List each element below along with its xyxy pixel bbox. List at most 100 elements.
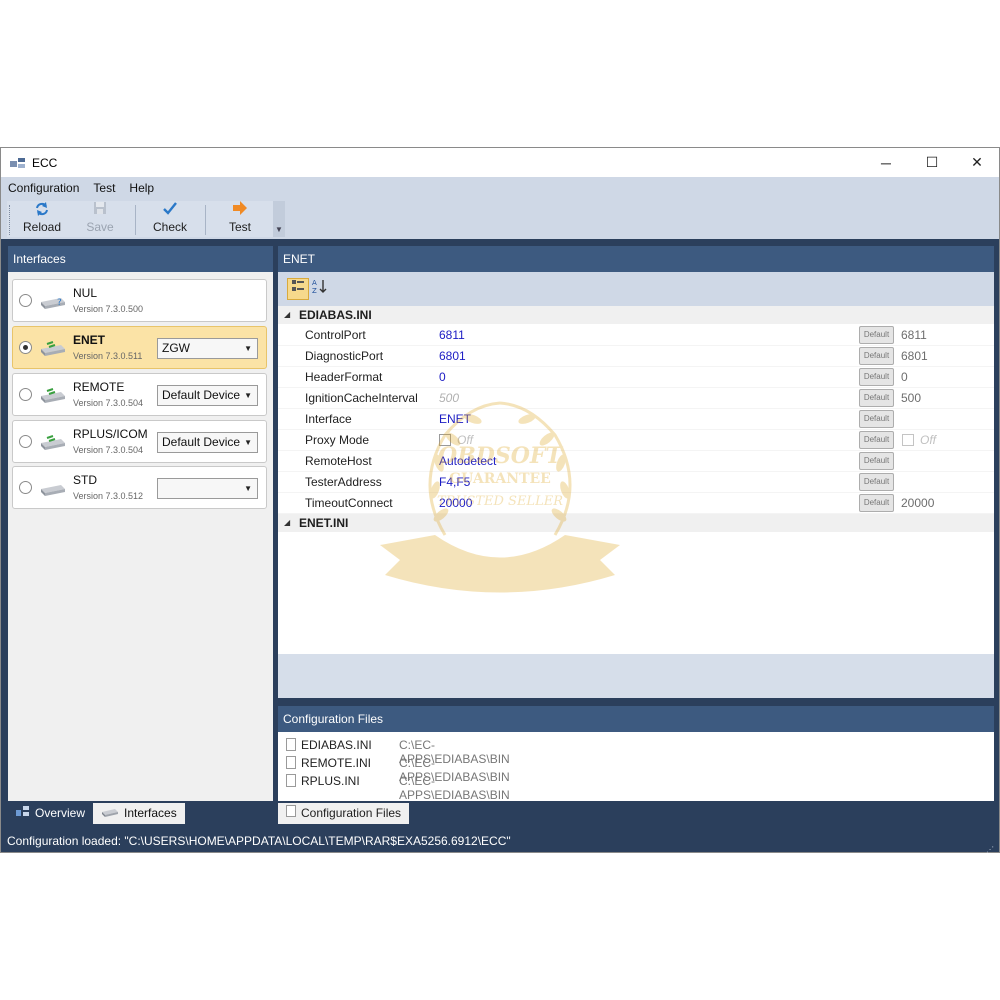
property-row-interface[interactable]: Interface ENET Default: [278, 409, 994, 430]
property-value[interactable]: F4,F5: [439, 475, 470, 489]
device-select[interactable]: Default Device ▼: [157, 385, 258, 406]
radio-button[interactable]: [19, 435, 32, 448]
default-button[interactable]: Default: [859, 410, 894, 428]
default-button[interactable]: Default: [859, 494, 894, 512]
default-button[interactable]: Default: [859, 473, 894, 491]
property-row-diagnosticport[interactable]: DiagnosticPort 6801 Default 6801: [278, 346, 994, 367]
default-value: 6801: [901, 349, 928, 363]
device-select-value: ZGW: [162, 341, 190, 355]
property-row-controlport[interactable]: ControlPort 6811 Default 6811: [278, 325, 994, 346]
property-row-timeoutconnect[interactable]: TimeoutConnect 20000 Default 20000: [278, 493, 994, 514]
minimize-button[interactable]: ─: [863, 148, 909, 177]
checkmark-icon: [147, 201, 193, 219]
reload-label: Reload: [22, 220, 62, 234]
test-label: Test: [228, 220, 251, 234]
alphabetical-sort-button[interactable]: AZ: [309, 278, 331, 300]
chevron-down-icon: ▼: [244, 344, 252, 353]
reload-icon: [19, 201, 65, 219]
category-ediabas-ini[interactable]: ◢ EDIABAS.INI: [278, 306, 994, 324]
menu-bar: Configuration Test Help: [1, 177, 999, 199]
title-bar: ECC ─ ☐ ✕: [1, 148, 999, 177]
default-button[interactable]: Default: [859, 347, 894, 365]
device-select[interactable]: ZGW ▼: [157, 338, 258, 359]
close-button[interactable]: ✕: [954, 148, 1000, 177]
resize-grip-icon[interactable]: ⋰: [986, 839, 996, 854]
device-select[interactable]: ▼: [157, 478, 258, 499]
test-button[interactable]: Test: [217, 201, 263, 237]
property-row-proxymode[interactable]: Proxy Mode Off Default Off: [278, 430, 994, 451]
property-name: IgnitionCacheInterval: [305, 391, 418, 405]
proxy-mode-checkbox[interactable]: [439, 434, 451, 446]
menu-help[interactable]: Help: [122, 181, 161, 195]
file-path: C:\EC-APPS\EDIABAS\BIN: [399, 774, 510, 802]
property-value[interactable]: 0: [439, 370, 446, 384]
interfaces-panel: Interfaces ? NUL Version 7.3.0.500 ENET …: [8, 246, 273, 801]
property-row-headerformat[interactable]: HeaderFormat 0 Default 0: [278, 367, 994, 388]
property-row-remotehost[interactable]: RemoteHost Autodetect Default: [278, 451, 994, 472]
collapse-triangle-icon[interactable]: ◢: [284, 306, 290, 324]
radio-button[interactable]: [19, 388, 32, 401]
property-value[interactable]: 20000: [439, 496, 472, 510]
radio-button[interactable]: [19, 481, 32, 494]
category-label: ENET.INI: [299, 516, 349, 530]
ecc-window: ECC ─ ☐ ✕ Configuration Test Help Reload…: [0, 147, 1000, 854]
property-value[interactable]: Autodetect: [439, 454, 496, 468]
interface-card-remote[interactable]: REMOTE Version 7.3.0.504 Default Device …: [12, 373, 267, 416]
file-icon: [286, 774, 296, 787]
device-icon: [39, 388, 67, 404]
toolbar-grip[interactable]: [9, 205, 12, 235]
device-icon: [101, 803, 119, 824]
arrow-right-icon: [217, 201, 263, 219]
overview-icon: [16, 803, 30, 824]
tab-configuration-files-label: Configuration Files: [301, 806, 402, 820]
property-value[interactable]: 500: [439, 391, 459, 405]
maximize-button[interactable]: ☐: [909, 148, 955, 177]
radio-button[interactable]: [19, 294, 32, 307]
tab-overview[interactable]: Overview: [8, 803, 93, 824]
default-button[interactable]: Default: [859, 326, 894, 344]
interface-card-std[interactable]: STD Version 7.3.0.512 ▼: [12, 466, 267, 509]
save-button[interactable]: Save: [77, 201, 123, 237]
default-checkbox-label: Off: [920, 433, 937, 447]
categorized-view-button[interactable]: [287, 278, 309, 300]
tab-overview-label: Overview: [35, 806, 86, 820]
svg-text:A: A: [312, 279, 317, 287]
device-icon: [39, 435, 67, 451]
device-icon: ?: [39, 294, 67, 310]
menu-configuration[interactable]: Configuration: [1, 181, 86, 195]
device-select[interactable]: Default Device ▼: [157, 432, 258, 453]
category-enet-ini[interactable]: ◢ ENET.INI: [278, 514, 994, 532]
default-button[interactable]: Default: [859, 452, 894, 470]
tab-interfaces[interactable]: Interfaces: [93, 803, 185, 824]
property-name: HeaderFormat: [305, 370, 383, 384]
property-value[interactable]: 6811: [439, 328, 465, 342]
property-row-testeraddress[interactable]: TesterAddress F4,F5 Default: [278, 472, 994, 493]
toolbar: Reload Save Check Test ▼: [1, 199, 999, 239]
property-row-ignitioncacheinterval[interactable]: IgnitionCacheInterval 500 Default 500: [278, 388, 994, 409]
property-value[interactable]: ENET: [439, 412, 471, 426]
interface-card-nul[interactable]: ? NUL Version 7.3.0.500: [12, 279, 267, 322]
default-button[interactable]: Default: [859, 389, 894, 407]
collapse-triangle-icon[interactable]: ◢: [284, 514, 290, 532]
reload-button[interactable]: Reload: [19, 201, 65, 237]
save-icon: [77, 201, 123, 219]
check-button[interactable]: Check: [147, 201, 193, 237]
default-value: 6811: [901, 328, 927, 342]
file-name: REMOTE.INI: [301, 756, 372, 770]
menu-test[interactable]: Test: [86, 181, 122, 195]
radio-button[interactable]: [19, 341, 32, 354]
sort-az-icon: AZ: [312, 279, 328, 297]
tab-configuration-files[interactable]: Configuration Files: [278, 803, 410, 824]
interface-name: ENET: [73, 333, 106, 347]
default-button[interactable]: Default: [859, 431, 894, 449]
default-value: 20000: [901, 496, 935, 510]
file-name: RPLUS.INI: [301, 774, 360, 788]
toolbar-overflow-button[interactable]: ▼: [273, 201, 285, 237]
interface-card-enet[interactable]: ENET Version 7.3.0.511 ZGW ▼: [12, 326, 267, 369]
default-value: 500: [901, 391, 922, 405]
property-value[interactable]: 6801: [439, 349, 466, 363]
interface-card-rplus-icom[interactable]: RPLUS/ICOM Version 7.3.0.504 Default Dev…: [12, 420, 267, 463]
default-button[interactable]: Default: [859, 368, 894, 386]
interfaces-header: Interfaces: [8, 246, 273, 272]
file-name: EDIABAS.INI: [301, 738, 372, 752]
